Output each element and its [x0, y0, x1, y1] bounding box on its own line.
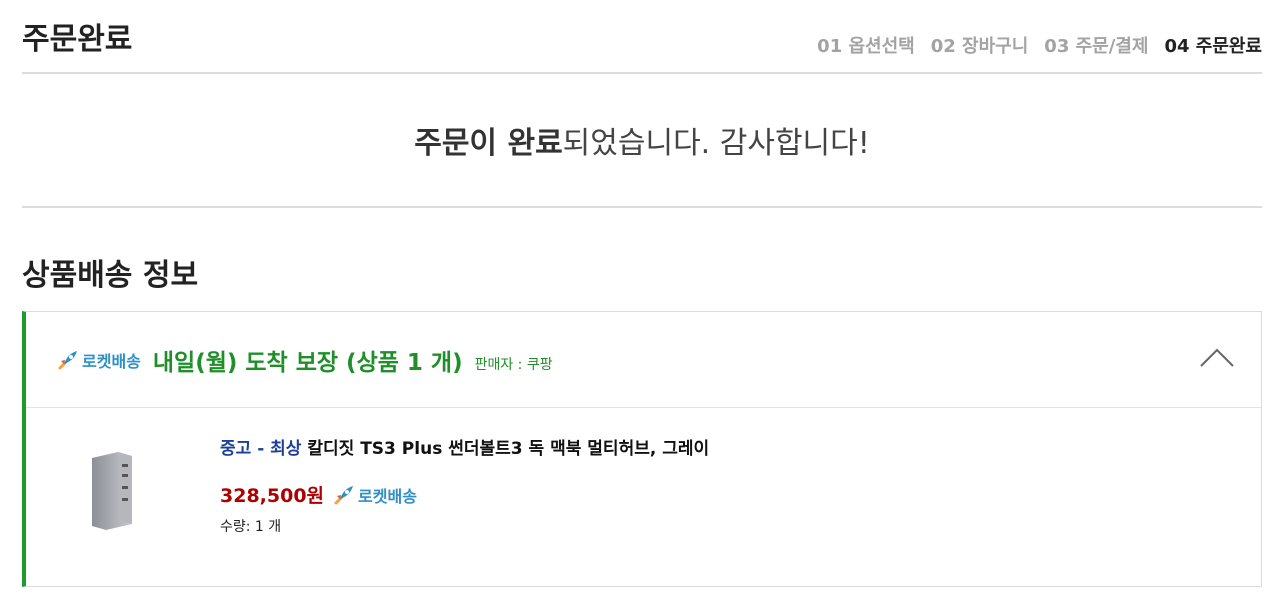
step-complete: 04 주문완료 [1164, 36, 1262, 57]
rocket-badge-label: 로켓배송 [82, 351, 141, 371]
seller-label: 판매자 : 쿠팡 [474, 356, 553, 373]
delivery-header: 로켓배송 내일(월) 도착 보장 (상품 1 개) 판매자 : 쿠팡 [26, 312, 1261, 408]
product-quantity: 수량: 1 개 [220, 519, 282, 535]
product-title[interactable]: 중고 - 최상 칼디짓 TS3 Plus 썬더볼트3 독 맥북 멀티허브, 그레… [220, 434, 709, 459]
complete-message-bold: 주문이 완료 [414, 126, 563, 161]
product-dock-image[interactable] [88, 450, 136, 532]
order-complete-message: 주문이 완료 되었습니다. 감사합니다! [22, 74, 1262, 208]
section-title: 상품배송 정보 [22, 258, 199, 293]
product-rocket-label: 로켓배송 [358, 486, 417, 506]
rocket-icon [58, 350, 77, 369]
product-price: 328,500원 [220, 485, 325, 507]
price-line: 328,500원 로켓배송 [220, 481, 709, 508]
complete-message-rest: 되었습니다. 감사합니다! [562, 126, 870, 161]
product-name: 칼디짓 TS3 Plus 썬더볼트3 독 맥북 멀티허브, 그레이 [307, 439, 710, 459]
page-header: 주문완료 01 옵션선택 02 장바구니 03 주문/결제 04 주문완료 [22, 0, 1262, 74]
order-steps: 01 옵션선택 02 장바구니 03 주문/결제 04 주문완료 [817, 32, 1262, 58]
product-row: 중고 - 최상 칼디짓 TS3 Plus 썬더볼트3 독 맥북 멀티허브, 그레… [26, 408, 1261, 586]
page-title: 주문완료 [22, 22, 133, 57]
order-complete-page: 주문완료 01 옵션선택 02 장바구니 03 주문/결제 04 주문완료 주문… [0, 0, 1280, 610]
product-info: 중고 - 최상 칼디짓 TS3 Plus 썬더볼트3 독 맥북 멀티허브, 그레… [220, 434, 709, 536]
delivery-box: 로켓배송 내일(월) 도착 보장 (상품 1 개) 판매자 : 쿠팡 중고 - … [22, 311, 1262, 587]
product-rocket-badge: 로켓배송 [332, 483, 417, 507]
arrival-guarantee-text: 내일(월) 도착 보장 (상품 1 개) [152, 349, 463, 376]
rocket-delivery-badge: 로켓배송 [56, 348, 141, 372]
step-option-select: 01 옵션선택 [817, 36, 915, 57]
product-grade: 중고 - 최상 [220, 439, 302, 459]
step-cart: 02 장바구니 [930, 36, 1029, 57]
chevron-up-icon [1200, 348, 1234, 367]
collapse-toggle-button[interactable] [1197, 342, 1237, 372]
rocket-icon [334, 485, 354, 504]
step-checkout: 03 주문/결제 [1044, 36, 1149, 57]
